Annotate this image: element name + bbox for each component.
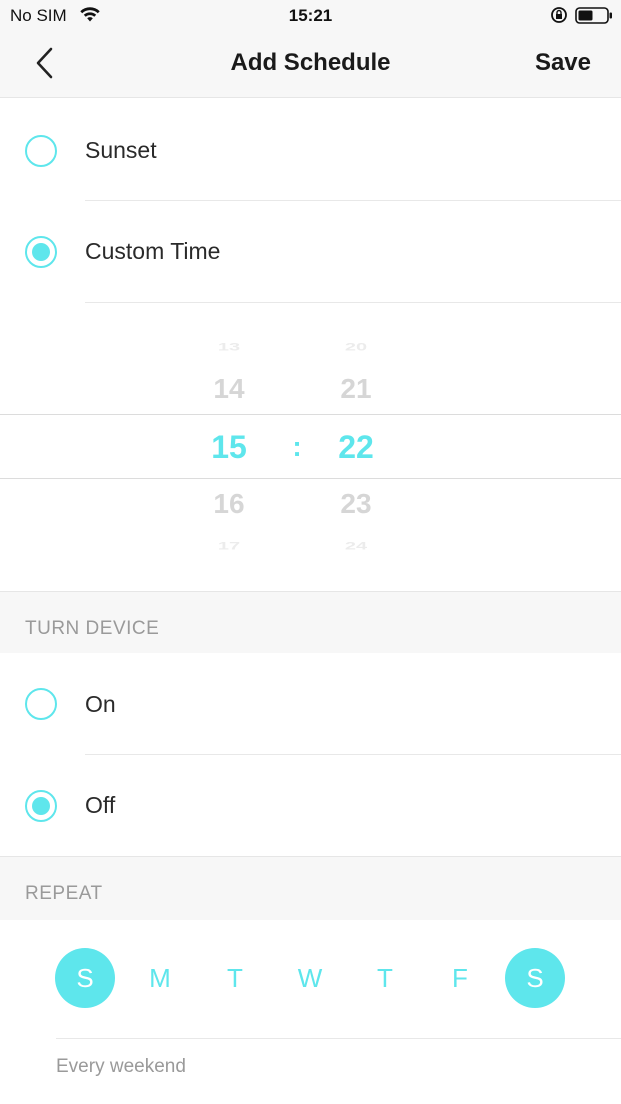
repeat-section-header: REPEAT [0,856,621,920]
option-label: Off [85,792,116,818]
minute-option[interactable]: 21 [316,373,396,405]
hour-option[interactable]: 14 [189,373,269,405]
status-bar: No SIM 15:21 [0,0,621,32]
hour-option[interactable]: 13 [189,341,269,354]
day-wednesday[interactable]: W [280,948,340,1008]
minute-option[interactable]: 24 [316,540,396,553]
repeat-summary: Every weekend [56,1056,186,1077]
minute-option[interactable]: 23 [316,488,396,520]
day-tuesday[interactable]: T [205,948,265,1008]
time-picker[interactable]: 13 14 15 16 17 : 20 21 22 23 24 [0,303,621,591]
hour-option[interactable]: 17 [189,540,269,553]
on-radio[interactable] [25,688,57,720]
divider [85,200,621,201]
day-monday[interactable]: M [130,948,190,1008]
divider [56,1038,621,1039]
option-custom-time[interactable]: Custom Time [0,202,621,302]
option-label: Sunset [85,137,157,163]
minute-option[interactable]: 20 [316,341,396,354]
custom-time-radio[interactable] [25,236,57,268]
battery-icon [575,7,612,24]
picker-selection-line-top [0,414,621,415]
navigation-bar: Add Schedule Save [0,32,621,98]
divider [85,754,621,755]
option-label: On [85,691,116,717]
option-sunset[interactable]: Sunset [0,100,621,200]
hour-option[interactable]: 16 [189,488,269,520]
clock-time: 15:21 [288,6,333,25]
option-off[interactable]: Off [0,756,621,856]
day-thursday[interactable]: T [355,948,415,1008]
turn-device-section-header: TURN DEVICE [0,591,621,653]
sunset-radio[interactable] [25,135,57,167]
section-title: REPEAT [25,883,103,904]
option-label: Custom Time [85,238,221,264]
day-saturday[interactable]: S [505,948,565,1008]
picker-selection-line-bottom [0,478,621,479]
orientation-lock-icon [551,7,567,23]
day-sunday[interactable]: S [55,948,115,1008]
page-title: Add Schedule [230,49,391,76]
option-on[interactable]: On [0,654,621,754]
day-friday[interactable]: F [430,948,490,1008]
off-radio[interactable] [25,790,57,822]
save-button[interactable]: Save [535,49,591,77]
minute-selected[interactable]: 22 [316,429,396,466]
section-title: TURN DEVICE [25,618,160,639]
